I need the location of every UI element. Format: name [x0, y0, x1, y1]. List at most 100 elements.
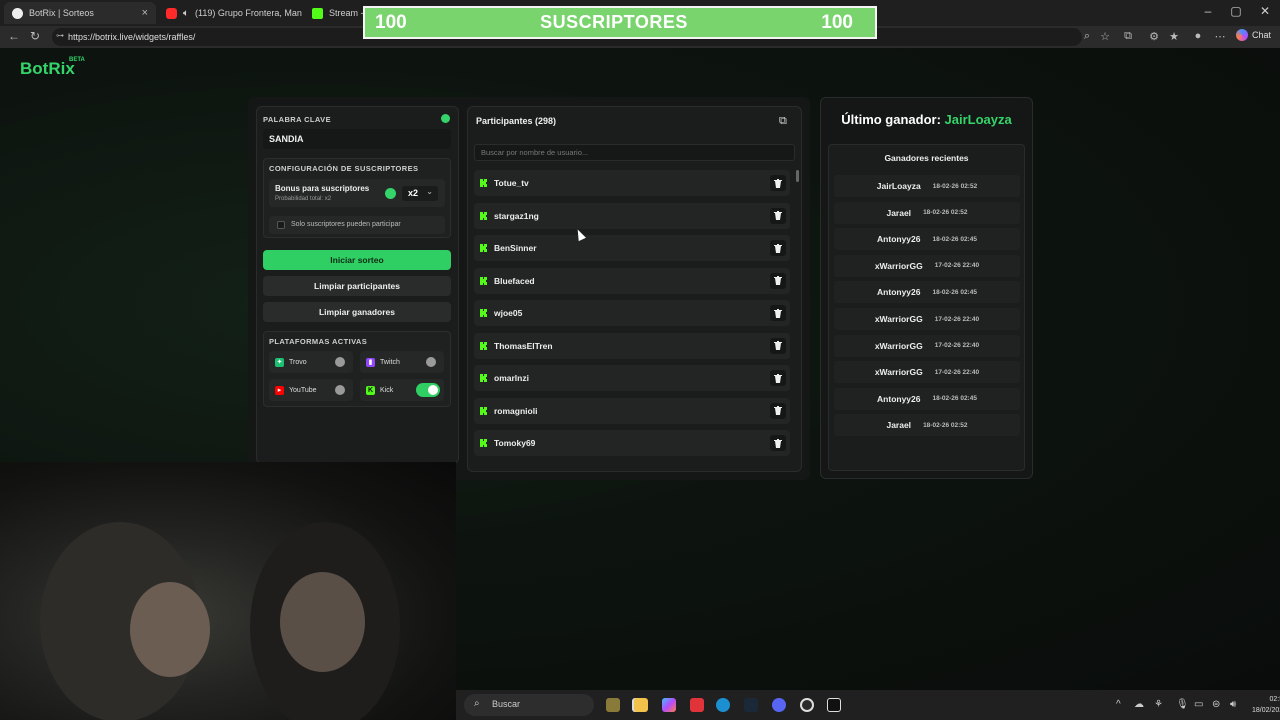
discord-icon[interactable] — [772, 698, 786, 712]
network-icon[interactable]: ⊜ — [1212, 699, 1220, 710]
kick-icon — [480, 244, 487, 252]
bonus-label: Bonus para suscriptores — [275, 184, 370, 193]
copilot-chat-button[interactable]: Chat — [1236, 29, 1271, 41]
delete-participant-button[interactable] — [770, 175, 786, 191]
last-winner-name: JairLoayza — [944, 112, 1012, 127]
webcam-face-left — [130, 582, 210, 677]
webcam-face-right — [280, 572, 365, 672]
tray-chevron-up-icon[interactable]: ^ — [1116, 699, 1121, 710]
delete-participant-button[interactable] — [770, 305, 786, 321]
winner-name: xWarriorGG — [874, 260, 923, 271]
recent-winner-row: JairLoayza 18-02-26 02:52 — [834, 175, 1020, 197]
platform-label: YouTube — [289, 386, 317, 394]
tab-label: (119) Grupo Frontera, Manuel — [195, 8, 302, 18]
copilot-taskbar-icon[interactable] — [662, 698, 676, 712]
trovo-toggle[interactable] — [335, 357, 345, 367]
platform-trovo: ✦ Trovo — [269, 351, 353, 373]
steam-icon[interactable] — [744, 698, 758, 712]
site-info-icon[interactable]: ⊶ — [56, 31, 64, 40]
winner-name: JairLoayza — [876, 181, 921, 191]
wps-icon[interactable] — [690, 698, 704, 712]
delete-participant-button[interactable] — [770, 207, 786, 224]
participant-list-scrollbar[interactable] — [796, 170, 799, 182]
only-subscribers-label: Solo suscriptores pueden participar — [291, 221, 401, 228]
last-winner-title: Último ganador: JairLoayza — [830, 112, 1023, 127]
kick-toggle[interactable] — [416, 383, 440, 397]
reload-icon[interactable]: ↻ — [30, 29, 40, 43]
clock-date: 18/02/2026 — [1252, 707, 1280, 714]
delete-participant-button[interactable] — [770, 435, 786, 451]
participant-name: Totue_tv — [494, 178, 529, 188]
profile-avatar-icon[interactable]: ● — [1191, 30, 1205, 42]
obs-icon[interactable] — [800, 698, 814, 712]
multiplier-select[interactable]: x2 ⌄ — [402, 186, 438, 201]
tab-kick-stream[interactable]: Stream - Ki — [304, 2, 364, 24]
youtube-toggle[interactable] — [335, 385, 345, 395]
maximize-icon[interactable]: ▢ — [1226, 4, 1246, 18]
capcut-icon[interactable] — [827, 698, 841, 712]
twitch-toggle[interactable] — [426, 357, 436, 367]
recent-winner-row: Jarael 18-02-26 02:52 — [834, 414, 1020, 437]
taskbar-clock[interactable]: 02:58 18/02/2026 — [1252, 694, 1280, 716]
taskbar-widget-icon[interactable] — [606, 698, 620, 712]
info-icon[interactable] — [385, 188, 396, 199]
favorite-star-icon[interactable]: ☆ — [1098, 30, 1112, 43]
delete-participant-button[interactable] — [770, 272, 786, 289]
clear-winners-button[interactable]: Limpiar ganadores — [263, 302, 451, 322]
winner-time: 18-02-26 02:52 — [923, 421, 968, 429]
trash-icon — [774, 178, 782, 188]
file-explorer-icon[interactable] — [634, 698, 648, 712]
only-subscribers-checkbox[interactable] — [277, 221, 285, 229]
kick-icon — [480, 374, 487, 382]
copy-icon[interactable]: ⧉ — [779, 115, 787, 128]
zoom-icon[interactable]: ⌕ — [1080, 30, 1094, 43]
botrix-favicon-icon — [12, 7, 23, 19]
back-arrow-icon[interactable]: ← — [8, 29, 20, 43]
delete-participant-button[interactable] — [770, 402, 786, 419]
clear-participants-button[interactable]: Limpiar participantes — [263, 276, 451, 296]
microphone-icon[interactable]: 🎙︎ — [1176, 699, 1189, 710]
twitch-icon: ▮ — [366, 357, 375, 367]
botrix-logo[interactable]: BotRix — [20, 59, 75, 79]
delete-participant-button[interactable] — [770, 337, 786, 354]
youtube-icon: ▸ — [275, 385, 284, 395]
volume-icon[interactable]: 🔊︎ — [1230, 699, 1236, 710]
banner-count-left: 100 — [375, 11, 407, 33]
only-subscribers-checkbox-row[interactable]: Solo suscriptores pueden participar — [269, 216, 445, 234]
onedrive-icon[interactable]: ☁ — [1134, 699, 1144, 710]
speaker-icon[interactable]: 🔈︎ — [183, 8, 189, 19]
close-icon[interactable]: × — [142, 7, 148, 19]
monitor-icon[interactable]: ▭ — [1194, 699, 1203, 710]
edge-browser-icon[interactable] — [716, 698, 730, 712]
recent-winner-row: Antonyy26 18-02-26 02:45 — [834, 387, 1020, 410]
recent-winners-title: Ganadores recientes — [884, 153, 969, 163]
banner-label: SUSCRIPTORES — [540, 12, 688, 32]
participant-search-input[interactable] — [474, 144, 795, 161]
tray-app-icon[interactable]: ⚘ — [1154, 699, 1163, 710]
winner-time: 18-02-26 02:45 — [932, 288, 977, 296]
start-raffle-button[interactable]: Iniciar sorteo — [263, 250, 451, 270]
active-platforms-title: PLATAFORMAS ACTIVAS — [269, 337, 368, 346]
delete-participant-button[interactable] — [770, 240, 786, 256]
participant-row: Bluefaced — [474, 267, 790, 294]
tab-youtube[interactable]: 🔈︎ (119) Grupo Frontera, Manuel × — [158, 2, 302, 24]
winner-name: Antonyy26 — [877, 287, 921, 298]
favorites-icon[interactable]: ★ — [1167, 30, 1181, 43]
trash-icon — [774, 341, 782, 350]
delete-participant-button[interactable] — [770, 370, 786, 386]
keyword-input[interactable]: SANDIA — [263, 129, 451, 149]
winner-time: 17-02-26 22:40 — [934, 342, 980, 350]
kick-icon — [480, 309, 487, 317]
copilot-icon — [1236, 29, 1248, 41]
taskbar-search[interactable]: ⌕ Buscar — [464, 694, 594, 716]
info-icon[interactable] — [441, 114, 450, 123]
extension-icon[interactable]: ⧉ — [1121, 30, 1135, 43]
close-window-icon[interactable]: ✕ — [1255, 4, 1275, 18]
platform-twitch: ▮ Twitch — [360, 351, 444, 373]
minimize-icon[interactable]: – — [1198, 4, 1218, 18]
participant-row: wjoe05 — [474, 300, 790, 326]
participant-name: stargaz1ng — [494, 210, 539, 221]
more-menu-icon[interactable]: ⋯ — [1213, 30, 1227, 43]
tab-botrix[interactable]: BotRix | Sorteos × — [4, 2, 156, 24]
extensions-puzzle-icon[interactable]: ⚙ — [1147, 30, 1161, 43]
